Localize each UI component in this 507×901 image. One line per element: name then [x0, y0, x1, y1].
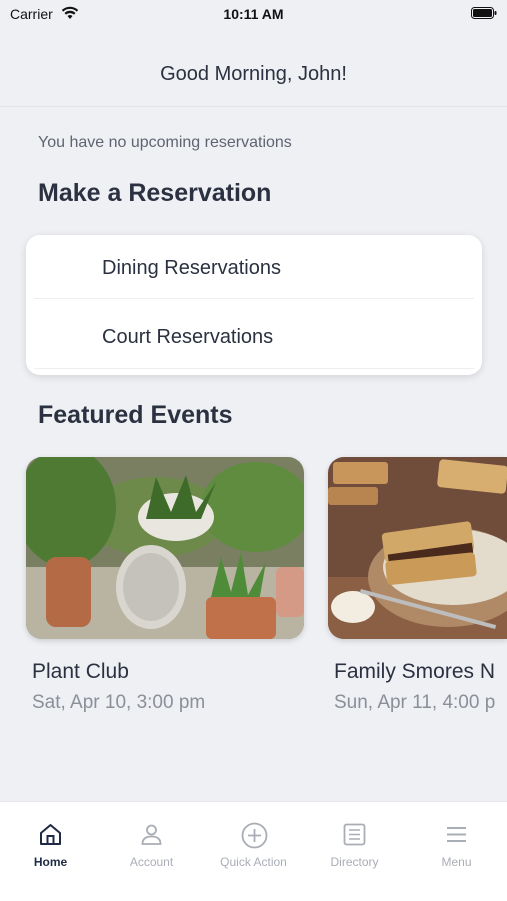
status-bar: Carrier 10:11 AM: [0, 0, 507, 30]
home-icon: [40, 824, 61, 845]
account-icon: [141, 824, 162, 845]
divider: [34, 298, 474, 299]
no-reservations-message: You have no upcoming reservations: [38, 134, 292, 151]
clock: 10:11 AM: [223, 6, 284, 22]
tab-label: Home: [33, 855, 68, 869]
header: Good Morning, John!: [0, 30, 507, 107]
tab-label: Directory: [330, 855, 379, 869]
page-title: Good Morning, John!: [160, 63, 347, 85]
event-title: Plant Club: [32, 660, 129, 683]
plus-circle-icon: [241, 822, 268, 849]
tab-menu[interactable]: Menu: [406, 802, 507, 882]
plants-photo: [26, 457, 304, 639]
make-reservation-heading: Make a Reservation: [38, 179, 272, 207]
tab-label: Menu: [441, 855, 472, 869]
menu-icon: [447, 827, 466, 842]
dining-reservations-label: Dining Reservations: [102, 257, 281, 279]
dining-reservations-item[interactable]: Dining Reservations: [26, 238, 482, 301]
court-reservations-label: Court Reservations: [102, 326, 274, 348]
directory-icon: [343, 823, 366, 846]
court-reservations-item[interactable]: Court Reservations: [26, 307, 482, 370]
tab-quick-action[interactable]: Quick Action: [203, 802, 304, 882]
event-date: Sat, Apr 10, 3:00 pm: [32, 692, 206, 713]
tab-home[interactable]: Home: [0, 802, 101, 882]
featured-events-heading: Featured Events: [38, 401, 233, 429]
tab-label: Account: [129, 855, 174, 869]
tab-bar: Home Account Quick Action Directory Menu: [0, 801, 507, 901]
event-date: Sun, Apr 11, 4:00 p: [334, 692, 496, 713]
divider: [34, 368, 474, 369]
reservation-card: Dining Reservations Court Reservations: [26, 235, 482, 375]
tab-directory[interactable]: Directory: [304, 802, 405, 882]
smores-photo: [328, 457, 507, 639]
battery-icon: [471, 7, 497, 19]
tab-label: Quick Action: [220, 855, 287, 869]
event-title: Family Smores N: [334, 660, 496, 683]
tab-account[interactable]: Account: [101, 802, 202, 882]
